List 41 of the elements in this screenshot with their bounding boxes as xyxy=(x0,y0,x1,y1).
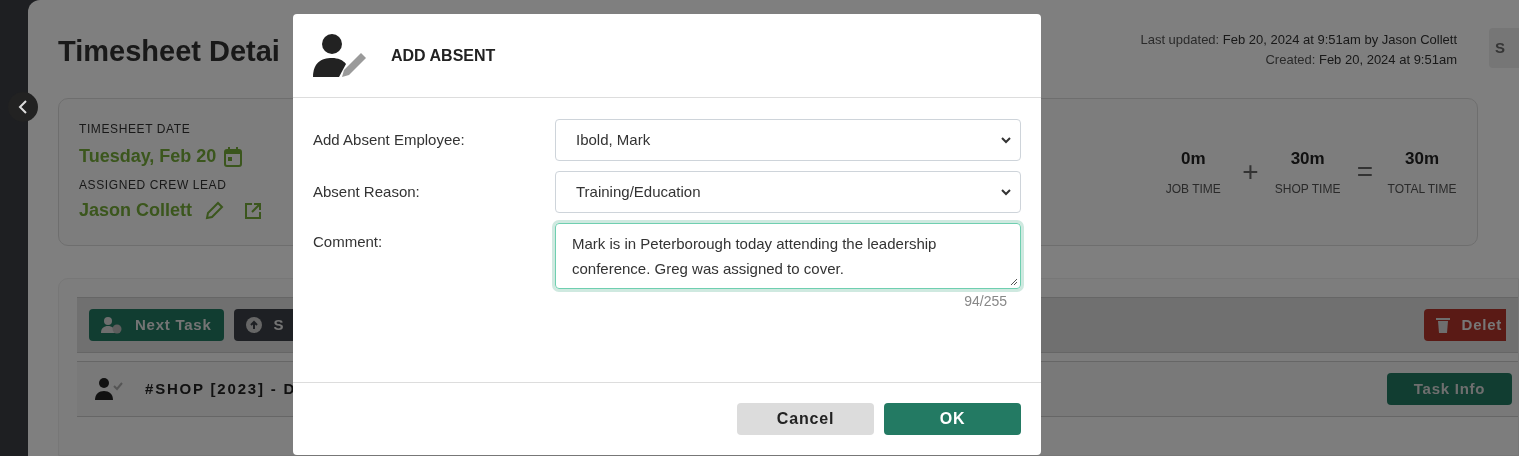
page-title: Timesheet Detai xyxy=(58,34,280,69)
arrow-up-circle-icon xyxy=(245,317,262,333)
user-edit-icon xyxy=(313,32,369,79)
comment-field[interactable]: Mark is in Peterborough today attending the leadership conference. Greg was assigned to cover. xyxy=(555,223,1021,289)
chevron-down-icon xyxy=(1000,134,1012,146)
chevron-left-icon xyxy=(18,100,28,114)
time-label: JOB TIME xyxy=(1165,180,1221,198)
trash-icon xyxy=(1435,317,1450,333)
last-updated-text: Last updated: Feb 20, 2024 at 9:51am by Jason Collett xyxy=(1140,31,1457,49)
resize-handle-icon xyxy=(1010,278,1018,286)
pencil-icon[interactable] xyxy=(204,200,225,221)
time-value: 0m xyxy=(1181,148,1206,171)
task-title: #SHOP [2023] - D xyxy=(145,378,297,399)
external-link-icon[interactable] xyxy=(244,201,263,220)
chevron-down-icon xyxy=(1000,186,1012,198)
character-counter: 94/255 xyxy=(964,292,1007,311)
field-label: Comment: xyxy=(313,232,384,252)
time-label: TOTAL TIME xyxy=(1387,180,1457,198)
dialog-title: ADD ABSENT xyxy=(391,45,496,66)
time-value: 30m xyxy=(1290,148,1325,171)
save-button[interactable]: S xyxy=(1489,28,1519,68)
field-label: Add Absent Employee: xyxy=(313,129,466,150)
date-text: Tuesday, Feb 20 xyxy=(79,145,217,168)
delete-button[interactable]: Delet xyxy=(1423,309,1506,341)
cancel-button[interactable]: Cancel xyxy=(737,403,874,435)
date-label: TIMESHEET DATE xyxy=(79,121,192,138)
calendar-icon xyxy=(224,146,243,167)
user-check-icon xyxy=(95,377,123,401)
ok-button[interactable]: OK xyxy=(884,403,1021,435)
operator-sign: + xyxy=(1242,155,1259,189)
crew-lead-name: Jason Collett xyxy=(79,199,193,222)
time-value: 30m xyxy=(1405,148,1439,171)
select-field[interactable]: Ibold, Mark xyxy=(555,119,1021,161)
crew-lead-label: ASSIGNED CREW LEAD xyxy=(79,177,228,194)
time-label: SHOP TIME xyxy=(1274,180,1341,198)
select-field[interactable]: Training/Education xyxy=(555,171,1021,213)
operator-sign: = xyxy=(1356,155,1373,189)
user-clock-icon xyxy=(101,316,123,334)
field-label: Absent Reason: xyxy=(313,181,421,202)
created-text: Created: Feb 20, 2024 at 9:51am xyxy=(1265,51,1457,69)
collapse-button[interactable] xyxy=(8,92,38,122)
